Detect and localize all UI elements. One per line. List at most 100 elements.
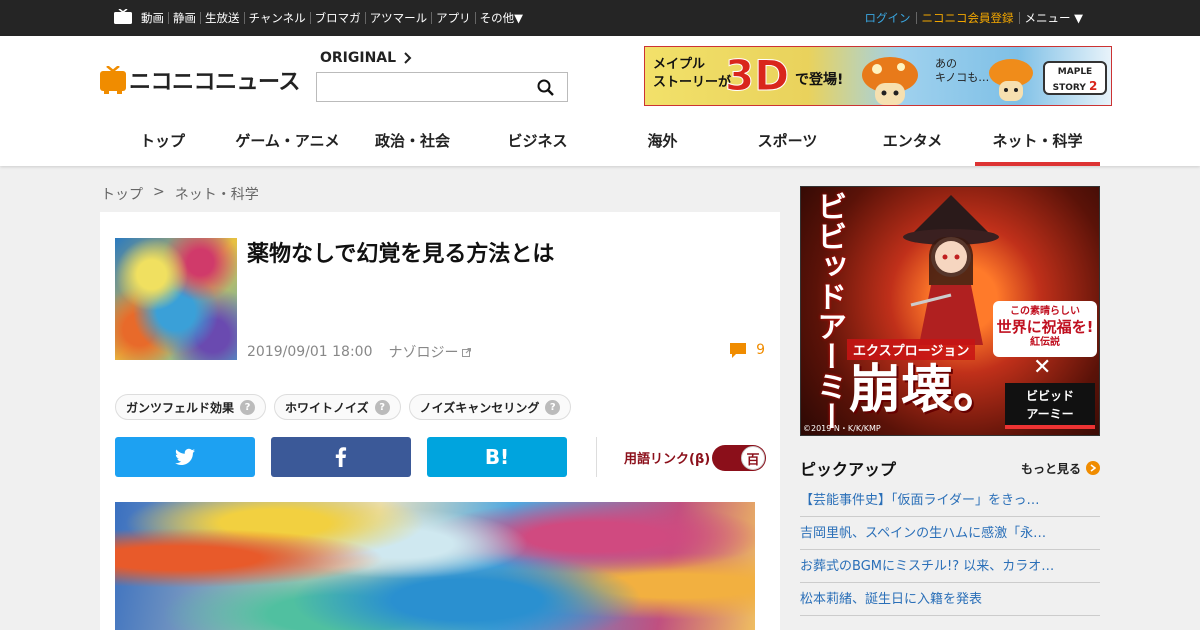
pickup-title: ピックアップ bbox=[800, 460, 897, 479]
banner-3d-text: 3D bbox=[724, 51, 790, 101]
category-entame[interactable]: エンタメ bbox=[850, 126, 975, 166]
term-link-label: 用語リンク(β) bbox=[624, 452, 711, 467]
twitter-bird-icon bbox=[175, 448, 195, 465]
article-title: 薬物なしで幻覚を見る方法とは bbox=[247, 242, 555, 267]
question-help-icon[interactable]: ? bbox=[374, 399, 390, 415]
service-nav-seiga[interactable]: 静画 bbox=[168, 12, 200, 24]
login-link[interactable]: ログイン bbox=[860, 12, 916, 24]
header-banner-ad[interactable]: メイプル ストーリーが 3D で登場! あの キノコも… MAPLE STORY… bbox=[644, 46, 1112, 106]
share-divider bbox=[596, 437, 597, 477]
pickup-header: ピックアップ もっと見る bbox=[800, 456, 1100, 480]
category-nav: トップ ゲーム・アニメ 政治・社会 ビジネス 海外 スポーツ エンタメ ネット・… bbox=[100, 126, 1100, 166]
service-nav: 動画 静画 生放送 チャンネル ブロマガ アツマール アプリ その他▼ bbox=[137, 0, 527, 36]
tag-white-noise[interactable]: ホワイトノイズ ? bbox=[274, 394, 401, 420]
original-link[interactable]: ORIGINAL bbox=[320, 50, 412, 66]
logo-story-word: STORY bbox=[1052, 83, 1086, 93]
site-logo[interactable]: ニコニコニュース bbox=[100, 64, 300, 96]
article-date: 2019/09/01 18:00 bbox=[247, 344, 373, 360]
ad-title-badge: この素晴らしい 世界に祝福を! 紅伝説 bbox=[993, 301, 1097, 357]
comment-bubble-icon bbox=[730, 342, 747, 358]
service-nav-other-dropdown[interactable]: その他▼ bbox=[474, 12, 527, 24]
small-mushroom-icon bbox=[989, 59, 1033, 101]
logo-maple: MAPLE bbox=[1057, 67, 1093, 77]
service-nav-douga[interactable]: 動画 bbox=[137, 12, 168, 24]
logo-story: STORY 2 bbox=[1045, 79, 1105, 95]
tag-label: ガンツフェルド効果 bbox=[126, 400, 235, 415]
search-icon[interactable] bbox=[537, 79, 554, 96]
maplestory2-logo: MAPLE STORY 2 bbox=[1043, 61, 1107, 95]
breadcrumb: トップ > ネット・科学 bbox=[101, 184, 259, 204]
pickup-item[interactable]: 松本莉緒、誕生日に入籍を発表 bbox=[800, 583, 1100, 616]
badge-small-text: この素晴らしい bbox=[1010, 306, 1080, 317]
pickup-item[interactable]: 【芸能事件史】「仮面ライダー」をきっ… bbox=[800, 484, 1100, 517]
article-main-image bbox=[115, 502, 755, 630]
more-label: もっと見る bbox=[1020, 461, 1081, 476]
register-link[interactable]: ニコニコ会員登録 bbox=[915, 12, 1019, 24]
ad-cross-mark: ✕ bbox=[1033, 355, 1052, 380]
tag-label: ホワイトノイズ bbox=[285, 400, 369, 415]
tag-ganzfeld[interactable]: ガンツフェルド効果 ? bbox=[115, 394, 267, 420]
question-help-icon[interactable]: ? bbox=[545, 399, 561, 415]
ad-vertical-title: ビビッドアーミー bbox=[811, 191, 846, 431]
search-input[interactable] bbox=[317, 73, 527, 101]
menu-dropdown[interactable]: メニュー ▼ bbox=[1018, 12, 1089, 24]
ad-collapse-text: 崩壊。 bbox=[849, 360, 1006, 420]
category-politics[interactable]: 政治・社会 bbox=[350, 126, 475, 166]
banner-suffix: で登場! bbox=[795, 72, 844, 88]
article-meta: 2019/09/01 18:00 ナゾロジー bbox=[247, 342, 471, 362]
term-link-toggle[interactable]: 百 bbox=[712, 445, 766, 471]
category-net-science[interactable]: ネット・科学 bbox=[975, 126, 1100, 166]
pickup-more-link[interactable]: もっと見る bbox=[1021, 460, 1100, 477]
breadcrumb-separator: > bbox=[153, 184, 165, 200]
category-overseas[interactable]: 海外 bbox=[600, 126, 725, 166]
article-card: 薬物なしで幻覚を見る方法とは 2019/09/01 18:00 ナゾロジー 9 … bbox=[100, 212, 780, 630]
pickup-list: 【芸能事件史】「仮面ライダー」をきっ… 吉岡里帆、スペインの生ハムに感激「永… … bbox=[800, 484, 1100, 616]
twitter-share-button[interactable] bbox=[115, 437, 255, 477]
toggle-knob: 百 bbox=[741, 446, 765, 470]
service-nav-blomaga[interactable]: ブロマガ bbox=[309, 12, 365, 24]
badge-big-text: 世界に祝福を! bbox=[996, 318, 1094, 336]
facebook-share-button[interactable] bbox=[271, 437, 411, 477]
external-link-icon bbox=[461, 347, 471, 357]
account-nav: ログイン ニコニコ会員登録 メニュー ▼ bbox=[860, 0, 1089, 36]
category-game-anime[interactable]: ゲーム・アニメ bbox=[225, 126, 350, 166]
hatena-bookmark-button[interactable]: B! bbox=[427, 437, 567, 477]
tag-noise-cancelling[interactable]: ノイズキャンセリング ? bbox=[408, 394, 572, 420]
article-source-link[interactable]: ナゾロジー bbox=[389, 342, 459, 362]
logo-two: 2 bbox=[1089, 79, 1098, 93]
category-business[interactable]: ビジネス bbox=[475, 126, 600, 166]
service-nav-atsumaru[interactable]: アツマール bbox=[364, 12, 432, 24]
pickup-item[interactable]: お葬式のBGMにミスチル!? 以来、カラオ… bbox=[800, 550, 1100, 583]
tag-list: ガンツフェルド効果 ? ホワイトノイズ ? ノイズキャンセリング ? bbox=[115, 394, 572, 420]
share-buttons: B! bbox=[115, 437, 567, 477]
category-top[interactable]: トップ bbox=[100, 126, 225, 166]
pickup-item[interactable]: 吉岡里帆、スペインの生ハムに感激「永… bbox=[800, 517, 1100, 550]
chevron-right-icon bbox=[404, 52, 412, 64]
arrow-right-circle-icon bbox=[1086, 461, 1100, 475]
sidebar-ad[interactable]: ビビッドアーミー この素晴らしい 世界に祝福を! 紅伝説 エクスプロージョン 崩… bbox=[800, 186, 1100, 436]
breadcrumb-current[interactable]: ネット・科学 bbox=[175, 184, 259, 204]
banner-speech-2: キノコも… bbox=[935, 71, 990, 84]
niconico-tv-icon[interactable] bbox=[114, 9, 132, 24]
banner-speech-1: あの bbox=[935, 57, 957, 70]
breadcrumb-home[interactable]: トップ bbox=[101, 184, 143, 204]
facebook-f-icon bbox=[335, 447, 347, 467]
service-nav-live[interactable]: 生放送 bbox=[200, 12, 244, 24]
comment-count: 9 bbox=[756, 342, 765, 358]
tag-label: ノイズキャンセリング bbox=[419, 400, 540, 415]
comment-count-link[interactable]: 9 bbox=[730, 342, 765, 358]
service-nav-channel[interactable]: チャンネル bbox=[243, 12, 310, 24]
banner-text-line: メイプル ストーリーが bbox=[653, 56, 731, 92]
search-box bbox=[316, 72, 568, 102]
logo-text: ニコニコニュース bbox=[129, 70, 300, 95]
service-nav-app[interactable]: アプリ bbox=[431, 12, 475, 24]
global-top-bar: 動画 静画 生放送 チャンネル ブロマガ アツマール アプリ その他▼ ログイン… bbox=[0, 0, 1200, 36]
original-label: ORIGINAL bbox=[320, 50, 397, 66]
question-help-icon[interactable]: ? bbox=[240, 399, 256, 415]
article-thumbnail bbox=[115, 238, 237, 360]
banner-line2: ストーリーが bbox=[653, 75, 732, 90]
category-sports[interactable]: スポーツ bbox=[725, 126, 850, 166]
ad-copyright: ©2019 N・K/K/KMP bbox=[803, 424, 881, 433]
badge-sub-text: 紅伝説 bbox=[1030, 337, 1060, 348]
banner-speech: あの キノコも… bbox=[935, 57, 989, 85]
